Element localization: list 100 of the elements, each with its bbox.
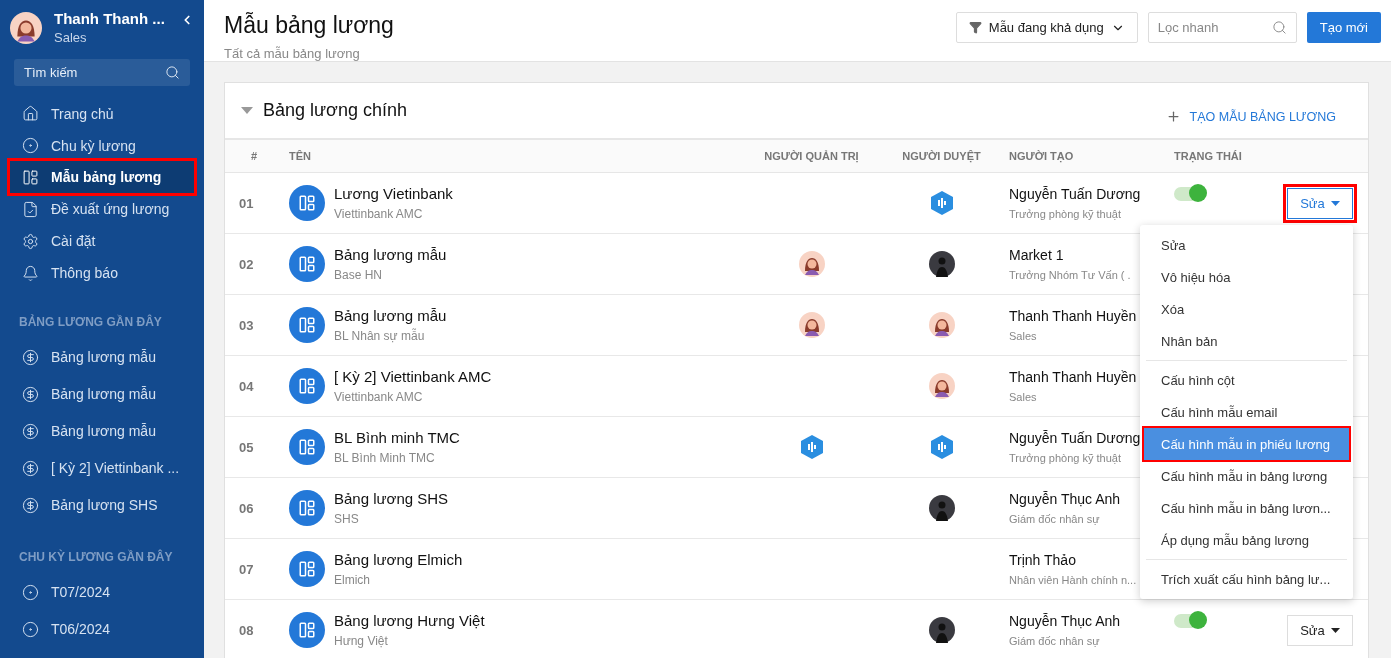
row-number: 03 bbox=[239, 317, 255, 333]
creator-name: Nguyễn Thục Anh bbox=[1009, 490, 1121, 507]
search-icon bbox=[1271, 20, 1287, 35]
nav-item[interactable]: Cài đặt bbox=[10, 225, 194, 258]
filter-dropdown[interactable]: Mẫu đang khả dụng bbox=[955, 12, 1138, 43]
menu-item[interactable]: Vô hiệu hóa bbox=[1144, 261, 1349, 293]
template-icon bbox=[289, 185, 325, 221]
nav-item[interactable]: Đề xuất ứng lương bbox=[10, 193, 194, 226]
search-field[interactable]: Lọc nhanh bbox=[1147, 12, 1297, 43]
creator-role: Trưởng phòng kỹ thuật bbox=[1009, 451, 1121, 464]
dollar-icon bbox=[22, 496, 39, 514]
page-title: Mẫu bảng lương bbox=[224, 12, 394, 39]
template-name[interactable]: Bảng lương Elmich bbox=[334, 551, 463, 568]
home-icon bbox=[22, 105, 39, 123]
template-group: Viettinbank AMC bbox=[334, 390, 492, 404]
dollar-icon bbox=[22, 459, 39, 477]
search-icon bbox=[165, 64, 180, 80]
creator-name: Nguyễn Tuấn Dương bbox=[1009, 429, 1141, 446]
creator-name: Thanh Thanh Huyền bbox=[1009, 307, 1137, 324]
column-header: # bbox=[250, 150, 259, 162]
caret-icon[interactable] bbox=[241, 106, 253, 115]
nav-item[interactable]: Chu kỳ lương bbox=[10, 129, 194, 162]
menu-item[interactable]: Sửa bbox=[1144, 229, 1349, 261]
column-header: TÊN bbox=[289, 150, 312, 162]
dollar-icon bbox=[22, 348, 39, 366]
avatar-icon bbox=[928, 373, 955, 399]
nav-item[interactable]: Mẫu bảng lương bbox=[10, 161, 194, 194]
caret-icon bbox=[1330, 627, 1340, 633]
cycle-icon bbox=[22, 583, 39, 601]
creator-role: Sales bbox=[1009, 329, 1037, 342]
column-header: NGƯỜI DUYỆT bbox=[901, 150, 982, 162]
template-group: BL Bình Minh TMC bbox=[334, 451, 460, 465]
menu-item[interactable]: Cấu hình mẫu in bảng lươn... bbox=[1144, 492, 1349, 524]
creator-role: Sales bbox=[1009, 390, 1037, 403]
filter-icon bbox=[968, 21, 982, 34]
user-name: Thanh Thanh ... bbox=[54, 10, 166, 27]
template-icon bbox=[289, 307, 325, 343]
hexagon-logo-icon bbox=[798, 434, 825, 460]
template-icon bbox=[289, 368, 325, 404]
template-name[interactable]: Bảng lương SHS bbox=[334, 490, 449, 507]
template-group: Viettinbank AMC bbox=[334, 207, 453, 221]
settings-icon bbox=[22, 232, 39, 250]
create-template-link[interactable]: TẠO MẪU BẢNG LƯƠNG bbox=[1165, 97, 1336, 124]
avatar-icon bbox=[928, 312, 955, 338]
page-subtitle: Tất cả mẫu bảng lương bbox=[224, 46, 361, 61]
menu-item[interactable]: Cấu hình mẫu in bảng lương bbox=[1144, 460, 1349, 492]
dollar-icon bbox=[22, 422, 39, 440]
row-number: 01 bbox=[239, 195, 255, 211]
nav-item[interactable]: [ Kỳ 2] Viettinbank ... bbox=[10, 449, 194, 487]
status-toggle[interactable] bbox=[1174, 187, 1206, 201]
nav-item[interactable]: Bảng lương SHS bbox=[10, 486, 194, 524]
menu-item[interactable]: Áp dụng mẫu bảng lương bbox=[1144, 524, 1349, 556]
template-name[interactable]: Lương Vietinbank bbox=[334, 185, 453, 202]
status-toggle[interactable] bbox=[1174, 614, 1206, 628]
section-title: BẢNG LƯƠNG GẦN ĐÂY bbox=[18, 313, 163, 331]
avatar-icon bbox=[10, 11, 42, 44]
template-name[interactable]: BL Bình minh TMC bbox=[334, 429, 460, 446]
template-name[interactable]: [ Kỳ 2] Viettinbank AMC bbox=[334, 368, 492, 385]
creator-role: Trưởng Nhóm Tư Vấn ( . bbox=[1009, 268, 1131, 281]
menu-item[interactable]: Cấu hình cột bbox=[1144, 364, 1349, 396]
create-button[interactable]: Tạo mới bbox=[1306, 12, 1381, 43]
nav-item[interactable]: Bảng lương mẫu bbox=[10, 412, 194, 450]
avatar-icon bbox=[928, 495, 955, 521]
column-header: NGƯỜI QUẢN TRỊ bbox=[763, 150, 860, 162]
document-icon bbox=[22, 200, 39, 218]
row-number: 05 bbox=[239, 439, 255, 455]
cycle-icon bbox=[22, 137, 39, 155]
column-header: NGƯỜI TẠO bbox=[1009, 150, 1075, 162]
nav-item[interactable]: T06/2024 bbox=[10, 610, 194, 648]
template-name[interactable]: Bảng lương mẫu bbox=[334, 307, 447, 324]
nav-item[interactable]: T07/2024 bbox=[10, 573, 194, 611]
dollar-icon bbox=[22, 385, 39, 403]
creator-name: Nguyễn Tuấn Dương bbox=[1009, 185, 1141, 202]
template-icon bbox=[289, 429, 325, 465]
menu-item[interactable]: Nhân bản bbox=[1144, 325, 1349, 357]
row-number: 06 bbox=[239, 500, 255, 516]
nav-item[interactable]: Bảng lương mẫu bbox=[10, 375, 194, 413]
nav-item[interactable]: Trang chủ bbox=[10, 97, 194, 130]
search-field[interactable]: Tìm kiếm bbox=[14, 59, 190, 86]
creator-name: Market 1 bbox=[1009, 246, 1064, 263]
template-icon bbox=[289, 612, 325, 648]
menu-item[interactable]: Xóa bbox=[1144, 293, 1349, 325]
caret-icon bbox=[1330, 200, 1340, 206]
section-title: CHU KỲ LƯƠNG GẦN ĐÂY bbox=[18, 548, 174, 566]
template-group: BL Nhân sự mẫu bbox=[334, 329, 447, 343]
row-number: 04 bbox=[239, 378, 255, 394]
template-name[interactable]: Bảng lương Hưng Việt bbox=[334, 612, 485, 629]
template-name[interactable]: Bảng lương mẫu bbox=[334, 246, 447, 263]
creator-role: Giám đốc nhân sự bbox=[1009, 634, 1100, 647]
nav-item[interactable]: Bảng lương mẫu bbox=[10, 338, 194, 376]
template-icon bbox=[289, 490, 325, 526]
menu-item[interactable]: Trích xuất cấu hình bảng lư... bbox=[1144, 563, 1349, 595]
template-icon bbox=[289, 246, 325, 282]
row-number: 08 bbox=[239, 622, 255, 638]
nav-item[interactable]: Thông báo bbox=[10, 257, 194, 289]
avatar-icon bbox=[928, 251, 955, 277]
card-title: Bảng lương chính bbox=[263, 100, 407, 121]
menu-item[interactable]: Cấu hình mẫu email bbox=[1144, 396, 1349, 428]
column-header: TRẠNG THÁI bbox=[1174, 150, 1243, 162]
edit-dropdown-button[interactable]: Sửa bbox=[1287, 614, 1353, 646]
